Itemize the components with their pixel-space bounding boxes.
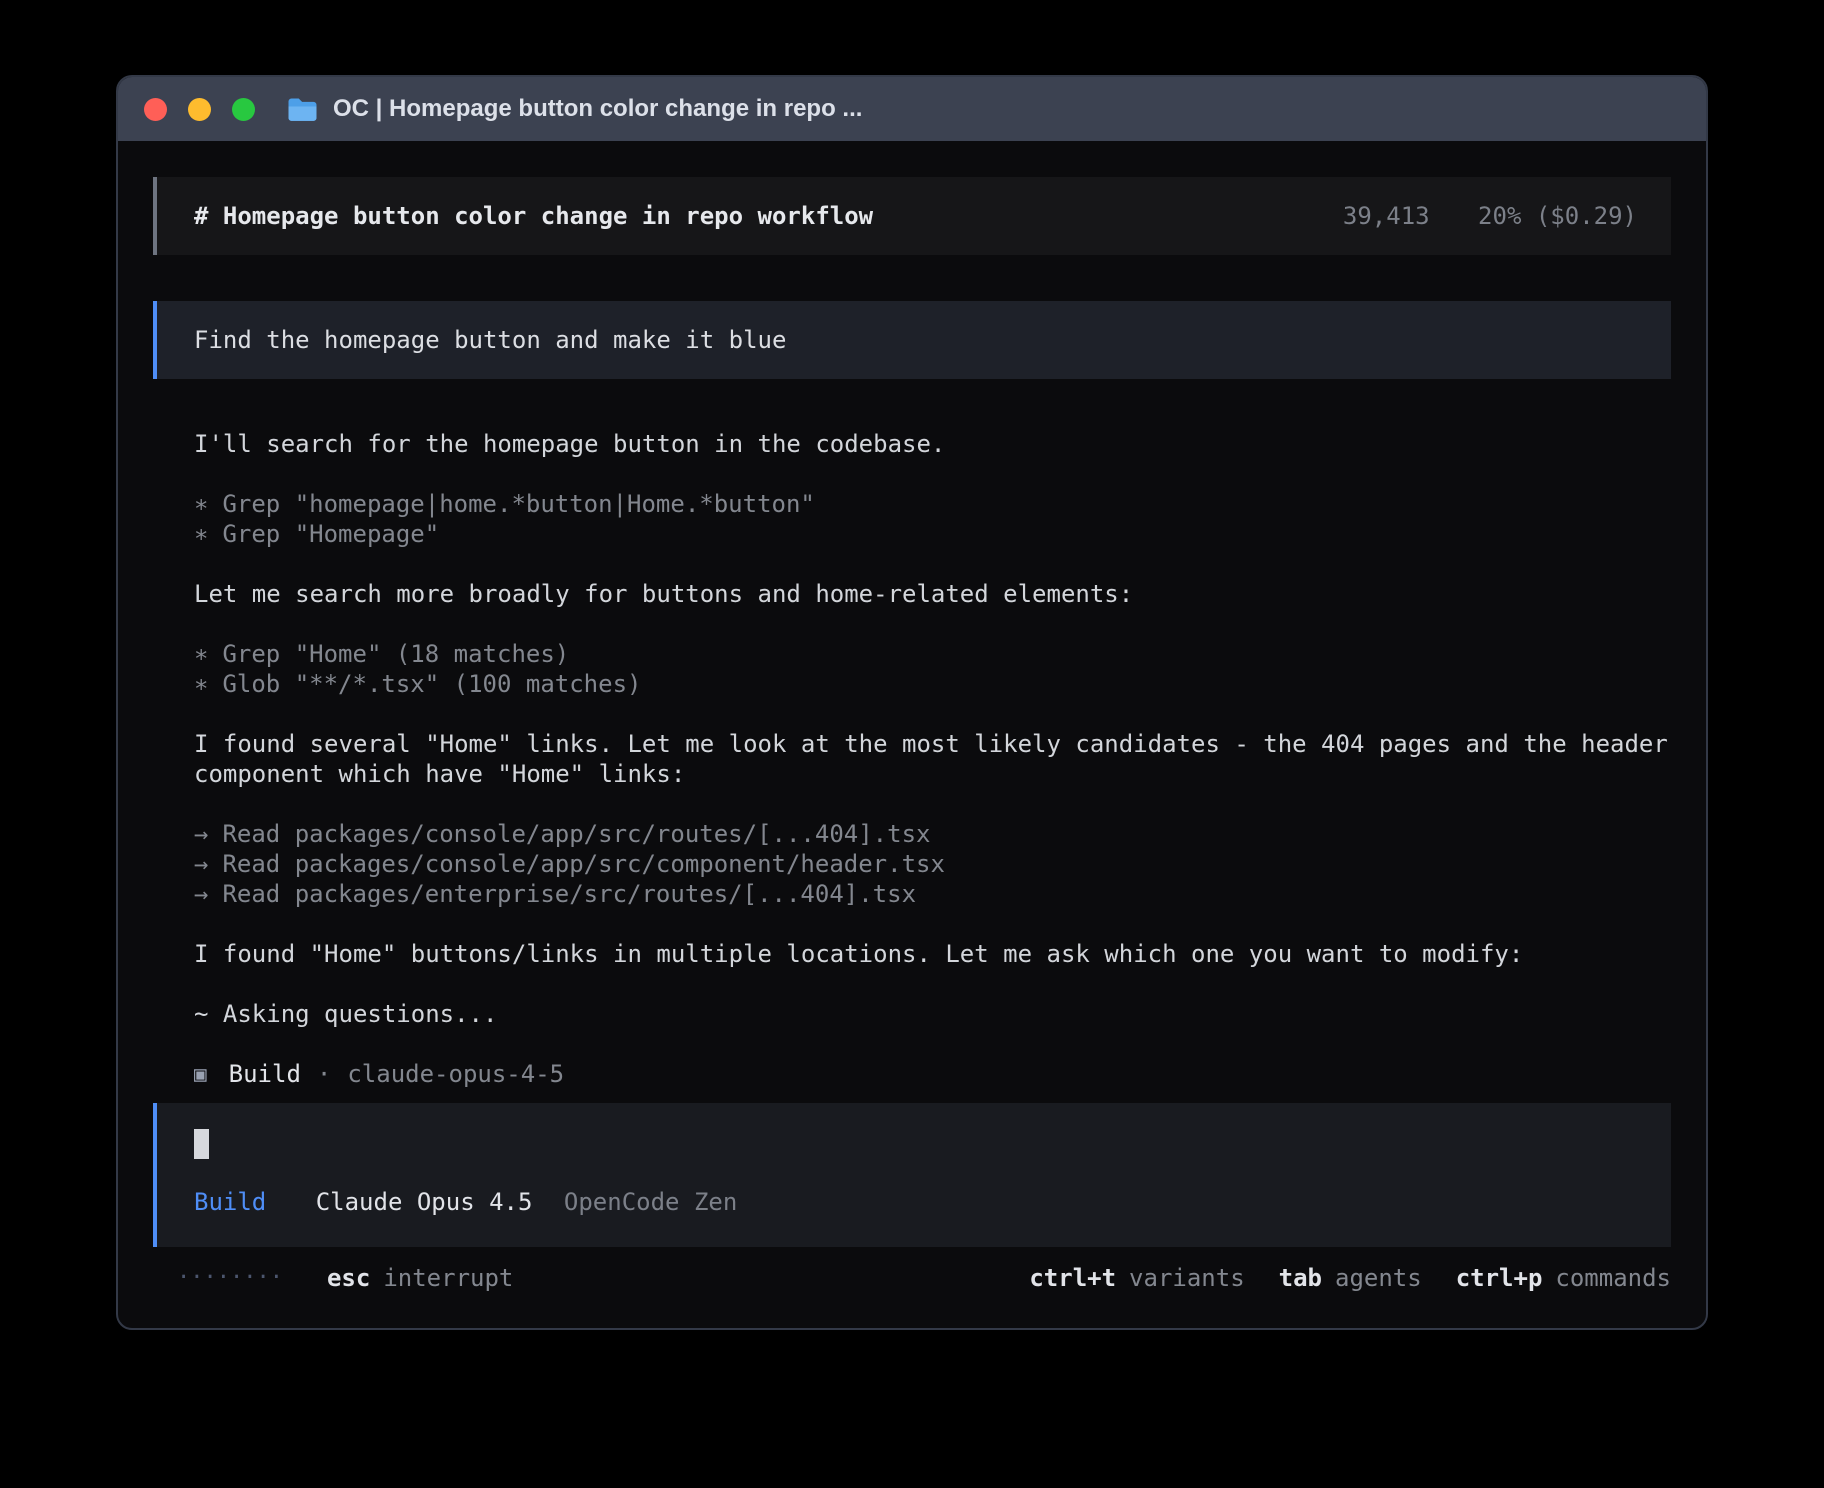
terminal-window: OC | Homepage button color change in rep… <box>116 75 1708 1330</box>
tool-call-text: Read packages/enterprise/src/routes/[...… <box>222 880 916 908</box>
model-label: Claude Opus 4.5 <box>316 1188 533 1216</box>
status-text: ~ Asking questions... <box>153 999 1671 1029</box>
tool-call-grep: ∗ Grep "homepage|home.*button|Home.*butto… <box>153 489 1671 519</box>
tool-call-text: Grep "Home" (18 matches) <box>222 640 569 668</box>
tool-call-read: → Read packages/console/app/src/component… <box>153 849 1671 879</box>
agent-icon: ▣ <box>194 1059 207 1089</box>
tool-call-group: ∗ Grep "Home" (18 matches) ∗ Glob "**/*.ts… <box>153 639 1671 699</box>
shortcut-key: tab <box>1279 1264 1322 1292</box>
shortcut-key: esc <box>327 1264 370 1292</box>
tool-call-text: Read packages/console/app/src/routes/[..… <box>222 820 930 848</box>
tool-bullet-icon: ∗ <box>194 520 208 548</box>
terminal-content: # Homepage button color change in repo w… <box>118 141 1706 1293</box>
spinner-dots: ········ <box>177 1263 283 1293</box>
shortcut-label: agents <box>1335 1264 1422 1292</box>
mode-label: Build <box>194 1188 266 1216</box>
tool-call-read: → Read packages/enterprise/src/routes/[..… <box>153 879 1671 909</box>
agent-name: Build <box>229 1059 301 1089</box>
shortcut-agents: tab agents <box>1279 1263 1422 1293</box>
agent-model: claude-opus-4-5 <box>347 1059 564 1089</box>
shortcut-interrupt: esc interrupt <box>327 1263 513 1293</box>
tool-bullet-icon: ∗ <box>194 670 208 698</box>
shortcut-commands: ctrl+p commands <box>1456 1263 1671 1293</box>
agent-badge: ▣ Build · claude-opus-4-5 <box>153 1059 1671 1089</box>
tool-call-text: Read packages/console/app/src/component/… <box>222 850 944 878</box>
tool-call-read: → Read packages/console/app/src/routes/[.… <box>153 819 1671 849</box>
assistant-paragraph: I'll search for the homepage button in t… <box>153 429 1671 459</box>
tool-bullet-icon: ∗ <box>194 640 208 668</box>
input-status-line: Build Claude Opus 4.5 OpenCode Zen <box>194 1187 1637 1217</box>
user-message: Find the homepage button and make it blu… <box>153 301 1671 379</box>
session-header: # Homepage button color change in repo w… <box>153 177 1671 255</box>
shortcut-key: ctrl+t <box>1029 1264 1116 1292</box>
prompt-input[interactable]: Build Claude Opus 4.5 OpenCode Zen <box>153 1103 1671 1247</box>
shortcut-label: variants <box>1129 1264 1245 1292</box>
arrow-right-icon: → <box>194 850 208 878</box>
assistant-paragraph: I found "Home" buttons/links in multiple… <box>153 939 1671 969</box>
assistant-paragraph: Let me search more broadly for buttons a… <box>153 579 1671 609</box>
tool-call-text: Grep "homepage|home.*button|Home.*button… <box>222 490 814 518</box>
separator-dot: · <box>317 1059 331 1089</box>
tool-call-group: ∗ Grep "homepage|home.*button|Home.*butto… <box>153 489 1671 549</box>
tool-call-group: → Read packages/console/app/src/routes/[.… <box>153 819 1671 909</box>
shortcut-variants: ctrl+t variants <box>1029 1263 1244 1293</box>
folder-icon <box>287 97 318 122</box>
zoom-button[interactable] <box>232 98 255 121</box>
token-count: 39,413 <box>1343 202 1430 230</box>
shortcut-label: interrupt <box>383 1264 513 1292</box>
status-bar: ········ esc interrupt ctrl+t variants tab… <box>153 1263 1671 1293</box>
tool-call-text: Grep "Homepage" <box>222 520 439 548</box>
user-message-text: Find the homepage button and make it blu… <box>194 326 786 354</box>
tool-call-text: Glob "**/*.tsx" (100 matches) <box>222 670 641 698</box>
text-cursor <box>194 1129 209 1159</box>
status-bar-left: ········ esc interrupt <box>177 1263 513 1293</box>
traffic-lights <box>144 98 255 121</box>
session-stats: 39,413 20% ($0.29) <box>1343 201 1637 231</box>
assistant-paragraph: I found several "Home" links. Let me loo… <box>153 729 1671 789</box>
tool-call-grep: ∗ Grep "Home" (18 matches) <box>153 639 1671 669</box>
window-title-text: OC | Homepage button color change in rep… <box>333 95 862 123</box>
shortcut-label: commands <box>1555 1264 1671 1292</box>
arrow-right-icon: → <box>194 820 208 848</box>
close-button[interactable] <box>144 98 167 121</box>
tool-call-glob: ∗ Glob "**/*.tsx" (100 matches) <box>153 669 1671 699</box>
titlebar[interactable]: OC | Homepage button color change in rep… <box>118 77 1706 141</box>
window-title: OC | Homepage button color change in rep… <box>287 95 862 123</box>
arrow-right-icon: → <box>194 880 208 908</box>
shortcut-key: ctrl+p <box>1456 1264 1543 1292</box>
context-cost: 20% ($0.29) <box>1478 202 1637 230</box>
provider-label: OpenCode Zen <box>564 1188 737 1216</box>
tool-call-grep: ∗ Grep "Homepage" <box>153 519 1671 549</box>
session-title: # Homepage button color change in repo w… <box>194 201 873 231</box>
status-bar-right: ctrl+t variants tab agents ctrl+p commands <box>1029 1263 1671 1293</box>
minimize-button[interactable] <box>188 98 211 121</box>
tool-bullet-icon: ∗ <box>194 490 208 518</box>
